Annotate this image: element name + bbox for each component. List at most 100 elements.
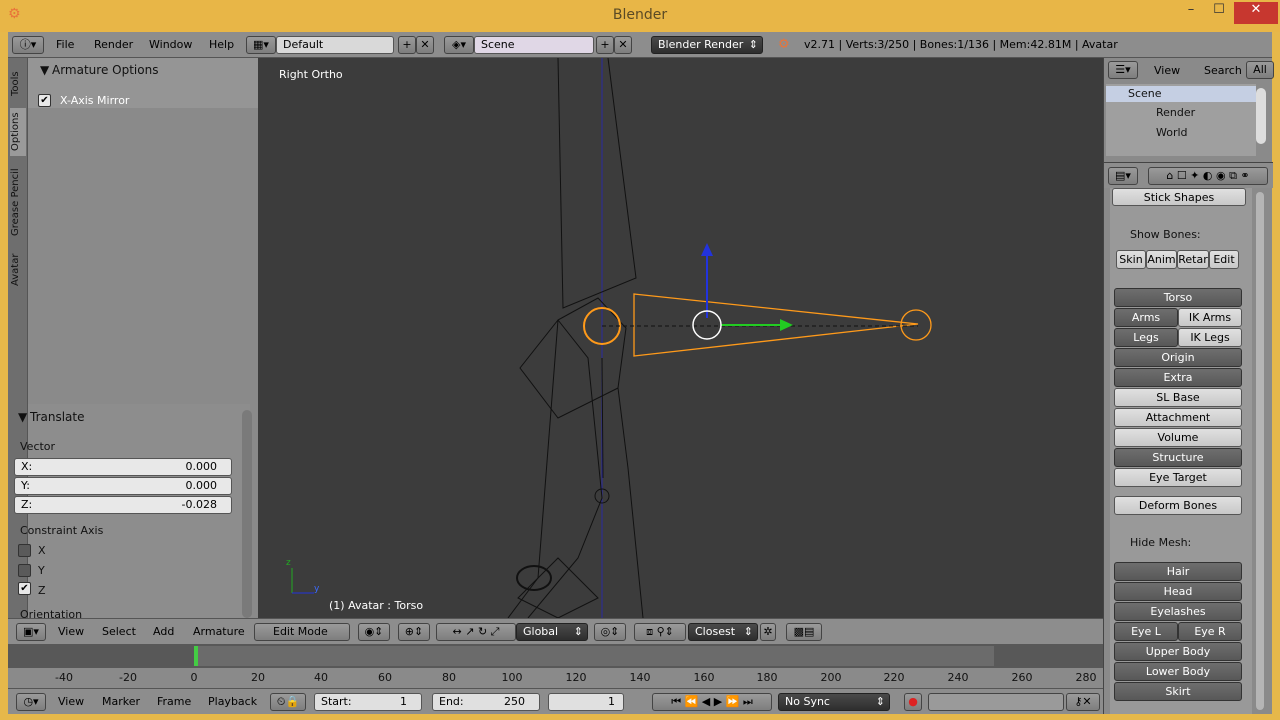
- mesh-head[interactable]: Head: [1114, 582, 1242, 601]
- layer-origin[interactable]: Origin: [1114, 348, 1242, 367]
- manipulator-icons[interactable]: ↔ ↗ ↻ ⤢: [436, 623, 516, 641]
- tab-tools[interactable]: Tools: [10, 64, 26, 104]
- menu-window[interactable]: Window: [149, 38, 192, 51]
- lock-icons[interactable]: ⏲🔒: [270, 693, 306, 711]
- outliner-type-icon[interactable]: ☰▾: [1108, 61, 1138, 79]
- translate-y-field[interactable]: Y: 0.000: [14, 477, 232, 495]
- orientation-select[interactable]: Global ⇕: [516, 623, 588, 641]
- menu-armature[interactable]: Armature: [193, 625, 245, 638]
- mesh-eye-r[interactable]: Eye R: [1178, 622, 1242, 641]
- panel-arrow-icon[interactable]: ▼: [40, 63, 49, 77]
- mesh-skirt[interactable]: Skirt: [1114, 682, 1242, 701]
- bone-tab-anim[interactable]: Anim: [1146, 250, 1177, 269]
- menu-render[interactable]: Render: [94, 38, 133, 51]
- outliner-world[interactable]: World: [1156, 126, 1188, 139]
- layer-extra[interactable]: Extra: [1114, 368, 1242, 387]
- translate-z-field[interactable]: Z: -0.028: [14, 496, 232, 514]
- keying-set-field[interactable]: [928, 693, 1064, 711]
- mesh-upper-body[interactable]: Upper Body: [1114, 642, 1242, 661]
- mesh-eye-l[interactable]: Eye L: [1114, 622, 1178, 641]
- minimize-button[interactable]: –: [1176, 2, 1206, 24]
- properties-tab-icons[interactable]: ⌂ ☐ ✦ ◐ ◉ ⧉ ⚭: [1148, 167, 1268, 185]
- scene-icon[interactable]: ◈▾: [444, 36, 474, 54]
- outliner-menu-view[interactable]: View: [1154, 64, 1180, 77]
- pivot-icon[interactable]: ⊕⇕: [398, 623, 430, 641]
- add-layout-icon[interactable]: +: [398, 36, 416, 54]
- menu-playback[interactable]: Playback: [208, 695, 257, 708]
- constraint-z-checkbox[interactable]: ✔: [18, 582, 31, 595]
- constraint-x-checkbox[interactable]: [18, 544, 31, 557]
- bone-tab-edit[interactable]: Edit: [1209, 250, 1239, 269]
- snap-icon[interactable]: ⧈ ⚲⇕: [634, 623, 686, 641]
- outliner-render[interactable]: Render: [1156, 106, 1195, 119]
- bone-tab-retar[interactable]: Retar: [1177, 250, 1209, 269]
- translate-title[interactable]: Translate: [30, 410, 85, 424]
- snap-options-icon[interactable]: ✲: [760, 623, 776, 641]
- layout-icon[interactable]: ▦▾: [246, 36, 276, 54]
- keyframe-icons[interactable]: ⚷✕: [1066, 693, 1100, 711]
- menu-file[interactable]: File: [56, 38, 74, 51]
- tab-avatar[interactable]: Avatar: [10, 248, 26, 292]
- close-button[interactable]: ✕: [1234, 2, 1278, 24]
- 3d-viewport[interactable]: Right Ortho z y (1) Avatar: Torso: [258, 58, 1103, 618]
- outliner-scrollbar[interactable]: [1256, 88, 1266, 144]
- maximize-button[interactable]: ☐: [1204, 2, 1234, 24]
- playback-controls[interactable]: ⏮ ⏪ ◀ ▶ ⏩ ⏭: [652, 693, 772, 711]
- menu-select[interactable]: Select: [102, 625, 136, 638]
- menu-marker[interactable]: Marker: [102, 695, 140, 708]
- editor-type-icon-3[interactable]: ◷▾: [16, 693, 46, 711]
- deform-bones-button[interactable]: Deform Bones: [1114, 496, 1242, 515]
- constraint-y-checkbox[interactable]: [18, 564, 31, 577]
- add-scene-icon[interactable]: +: [596, 36, 614, 54]
- toolshelf-scrollbar[interactable]: [242, 410, 252, 618]
- editor-type-icon[interactable]: ⓘ▾: [12, 36, 44, 54]
- render-view-icon[interactable]: ▩▤: [786, 623, 822, 641]
- menu-add[interactable]: Add: [153, 625, 174, 638]
- layer-sl-base[interactable]: SL Base: [1114, 388, 1242, 407]
- scene-field[interactable]: Scene: [474, 36, 594, 54]
- mesh-hair[interactable]: Hair: [1114, 562, 1242, 581]
- outliner-menu-search[interactable]: Search: [1204, 64, 1242, 77]
- layer-arms[interactable]: Arms: [1114, 308, 1178, 327]
- mesh-lower-body[interactable]: Lower Body: [1114, 662, 1242, 681]
- tab-options[interactable]: Options: [10, 108, 26, 156]
- remove-layout-icon[interactable]: ✕: [416, 36, 434, 54]
- stick-shapes-button[interactable]: Stick Shapes: [1112, 188, 1246, 206]
- properties-type-icon[interactable]: ▤▾: [1108, 167, 1138, 185]
- xaxis-mirror-checkbox[interactable]: ✔: [38, 94, 51, 107]
- layer-ik-arms[interactable]: IK Arms: [1178, 308, 1242, 327]
- menu-frame[interactable]: Frame: [157, 695, 191, 708]
- layer-ik-legs[interactable]: IK Legs: [1178, 328, 1242, 347]
- editor-type-icon-2[interactable]: ▣▾: [16, 623, 46, 641]
- layer-volume[interactable]: Volume: [1114, 428, 1242, 447]
- record-icon[interactable]: ●: [904, 693, 922, 711]
- layer-legs[interactable]: Legs: [1114, 328, 1178, 347]
- mode-select[interactable]: Edit Mode: [254, 623, 350, 641]
- sync-select[interactable]: No Sync ⇕: [778, 693, 890, 711]
- current-frame-field[interactable]: 1: [548, 693, 624, 711]
- layer-attachment[interactable]: Attachment: [1114, 408, 1242, 427]
- menu-timeline-view[interactable]: View: [58, 695, 84, 708]
- menu-view[interactable]: View: [58, 625, 84, 638]
- end-frame-field[interactable]: End: 250: [432, 693, 540, 711]
- snap-target-select[interactable]: Closest ⇕: [688, 623, 758, 641]
- menu-help[interactable]: Help: [209, 38, 234, 51]
- layer-structure[interactable]: Structure: [1114, 448, 1242, 467]
- bone-tab-skin[interactable]: Skin: [1116, 250, 1146, 269]
- layer-eye-target[interactable]: Eye Target: [1114, 468, 1242, 487]
- outliner-row-scene[interactable]: Scene: [1106, 86, 1256, 102]
- tab-grease-pencil[interactable]: Grease Pencil: [10, 162, 26, 242]
- remove-scene-icon[interactable]: ✕: [614, 36, 632, 54]
- layer-torso[interactable]: Torso: [1114, 288, 1242, 307]
- mesh-eyelashes[interactable]: Eyelashes: [1114, 602, 1242, 621]
- shading-icon[interactable]: ◉⇕: [358, 623, 390, 641]
- translate-x-field[interactable]: X: 0.000: [14, 458, 232, 476]
- timeline[interactable]: -40 -20 0 20 40 60 80 100 120 140 160 18…: [8, 644, 1103, 688]
- render-engine-select[interactable]: Blender Render ⇕: [651, 36, 763, 54]
- translate-arrow-icon[interactable]: ▼: [18, 410, 27, 424]
- armature-options-title[interactable]: Armature Options: [52, 63, 158, 77]
- layout-field[interactable]: Default: [276, 36, 394, 54]
- outliner-filter[interactable]: All Sc: [1246, 61, 1274, 79]
- start-frame-field[interactable]: Start: 1: [314, 693, 422, 711]
- proportional-icon[interactable]: ◎⇕: [594, 623, 626, 641]
